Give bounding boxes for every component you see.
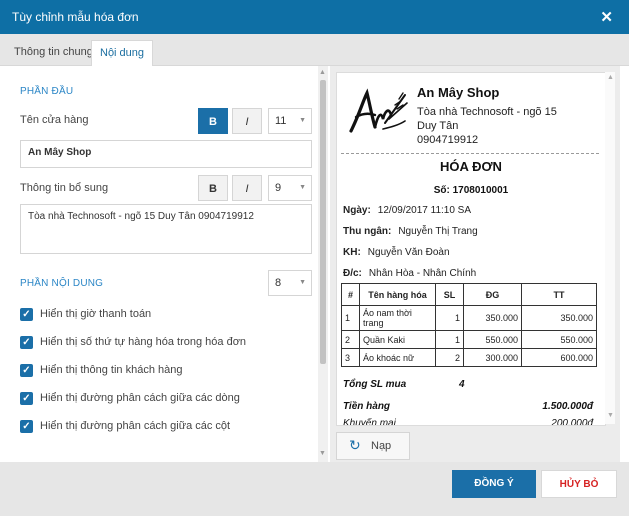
preview-items-table: # Tên hàng hóa SL ĐG TT 1 Áo nam thời tr… (341, 283, 597, 367)
checkbox-show-column-dividers[interactable]: ✓ Hiển thị đường phân cách giữa các cột (20, 419, 240, 435)
checkbox-label: Hiển thị đường phân cách giữa các dòng (40, 392, 240, 404)
col-header: # (341, 283, 360, 306)
dialog-footer: ĐỒNG Ý HỦY BỎ (0, 462, 629, 516)
col-header: Tên hàng hóa (359, 283, 436, 306)
checkbox-show-customer-info[interactable]: ✓ Hiển thị thông tin khách hàng (20, 363, 220, 379)
scrollbar-thumb[interactable] (320, 80, 326, 364)
dialog-titlebar: Tùy chỉnh mẫu hóa đơn ✕ (0, 0, 629, 34)
extra-info-label: Thông tin bổ sung (20, 182, 109, 194)
checkbox-show-item-number[interactable]: ✓ Hiển thị số thứ tự hàng hóa trong hóa … (20, 335, 246, 351)
preview-shop-address: Tòa nhà Technosoft - ngõ 15 Duy Tân (417, 106, 557, 132)
store-name-input[interactable]: An Mây Shop (20, 140, 312, 168)
content-font-size-value: 8 (275, 277, 282, 289)
scroll-down-icon[interactable]: ▼ (607, 412, 614, 419)
preview-subtotal-value: 1.500.000đ (542, 401, 593, 412)
check-icon: ✓ (20, 308, 33, 321)
col-header: SL (435, 283, 464, 306)
checkbox-label: Hiển thị thông tin khách hàng (40, 364, 183, 376)
table-row: 1 Áo nam thời trang 1 350.000 350.000 (341, 305, 597, 331)
content-font-size-select[interactable]: 8 ▼ (268, 270, 312, 296)
table-header-row: # Tên hàng hóa SL ĐG TT (341, 283, 597, 306)
dialog-title: Tùy chỉnh mẫu hóa đơn (12, 10, 139, 24)
extra-info-textarea[interactable]: Tòa nhà Technosoft - ngõ 15 Duy Tân 0904… (20, 204, 312, 254)
checkbox-show-payment-time[interactable]: ✓ Hiển thị giờ thanh toán (20, 307, 220, 323)
preview-subtotal-label: Tiền hàng (343, 401, 391, 412)
checkbox-show-row-dividers[interactable]: ✓ Hiển thị đường phân cách giữa các dòng (20, 391, 240, 407)
table-row: 2 Quần Kaki 1 550.000 550.000 (341, 330, 597, 349)
preview-customer-row: KH: Nguyễn Văn Đoàn (343, 247, 450, 258)
store-name-italic-button[interactable]: I (232, 108, 262, 134)
checkbox-label: Hiển thị đường phân cách giữa các cột (40, 420, 231, 432)
check-icon: ✓ (20, 364, 33, 377)
preview-cashier-row: Thu ngân: Nguyễn Thị Trang (343, 226, 478, 237)
preview-date-row: Ngày: 12/09/2017 11:10 SA (343, 205, 472, 216)
check-icon: ✓ (20, 392, 33, 405)
reload-button[interactable]: ↻ Nạp (336, 432, 410, 460)
scroll-down-icon[interactable]: ▼ (319, 450, 326, 457)
preview-shop-phone: 0904719912 (417, 134, 479, 146)
store-name-font-size-value: 11 (275, 115, 287, 127)
preview-invoice-number: Số: 1708010001 (433, 185, 509, 196)
tab-bar: Thông tin chung Nội dung (0, 34, 629, 67)
check-icon: ✓ (20, 336, 33, 349)
reload-icon: ↻ (349, 437, 361, 453)
chevron-down-icon: ▼ (299, 279, 306, 286)
checkbox-label: Hiển thị giờ thanh toán (40, 308, 152, 320)
divider (341, 153, 599, 154)
settings-pane: PHẦN ĐẦU Tên cửa hàng B I 11 ▼ An Mây Sh… (8, 66, 318, 462)
store-name-label: Tên cửa hàng (20, 114, 89, 126)
header-section-title: PHẦN ĐẦU (20, 86, 74, 97)
cancel-button[interactable]: HỦY BỎ (541, 470, 617, 498)
content-section-title: PHẦN NỘI DUNG (20, 278, 104, 289)
brand-logo (349, 88, 408, 133)
preview-discount-value: 200.000đ (551, 418, 593, 426)
scroll-up-icon[interactable]: ▲ (607, 74, 614, 81)
checkbox-label: Hiển thị số thứ tự hàng hóa trong hóa đơ… (40, 336, 247, 348)
preview-total-qty-label: Tổng SL mua (343, 379, 407, 390)
invoice-preview: An Mây Shop Tòa nhà Technosoft - ngõ 15 … (336, 72, 606, 426)
check-icon: ✓ (20, 420, 33, 433)
table-row: 3 Áo khoác nữ 2 300.000 600.000 (341, 348, 597, 367)
chevron-down-icon: ▼ (299, 184, 306, 191)
preview-discount-label: Khuyến mại (343, 418, 396, 426)
tab-content[interactable]: Nội dung (91, 40, 154, 67)
extra-info-bold-button[interactable]: B (198, 175, 228, 201)
close-icon[interactable]: ✕ (600, 8, 613, 26)
preview-invoice-title: HÓA ĐƠN (440, 159, 502, 174)
reload-label: Nạp (371, 440, 392, 452)
preview-scrollbar[interactable]: ▲ ▼ (605, 72, 615, 424)
settings-scrollbar[interactable]: ▲ ▼ (318, 66, 328, 462)
col-header: TT (521, 283, 597, 306)
preview-total-qty-value: 4 (459, 379, 465, 390)
tab-general-info[interactable]: Thông tin chung (6, 40, 101, 65)
extra-info-italic-button[interactable]: I (232, 175, 262, 201)
preview-address-row: Đ/c: Nhân Hòa - Nhân Chính (343, 268, 477, 279)
extra-info-font-size-select[interactable]: 9 ▼ (268, 175, 312, 201)
chevron-down-icon: ▼ (299, 117, 306, 124)
store-name-font-size-select[interactable]: 11 ▼ (268, 108, 312, 134)
extra-info-font-size-value: 9 (275, 182, 282, 194)
col-header: ĐG (463, 283, 522, 306)
preview-shop-name: An Mây Shop (417, 85, 500, 100)
ok-button[interactable]: ĐỒNG Ý (452, 470, 536, 498)
scroll-up-icon[interactable]: ▲ (319, 69, 326, 76)
preview-pane: An Mây Shop Tòa nhà Technosoft - ngõ 15 … (330, 66, 620, 462)
store-name-bold-button[interactable]: B (198, 108, 228, 134)
preview-shop-info: Tòa nhà Technosoft - ngõ 15 Duy Tân 0904… (417, 105, 577, 147)
